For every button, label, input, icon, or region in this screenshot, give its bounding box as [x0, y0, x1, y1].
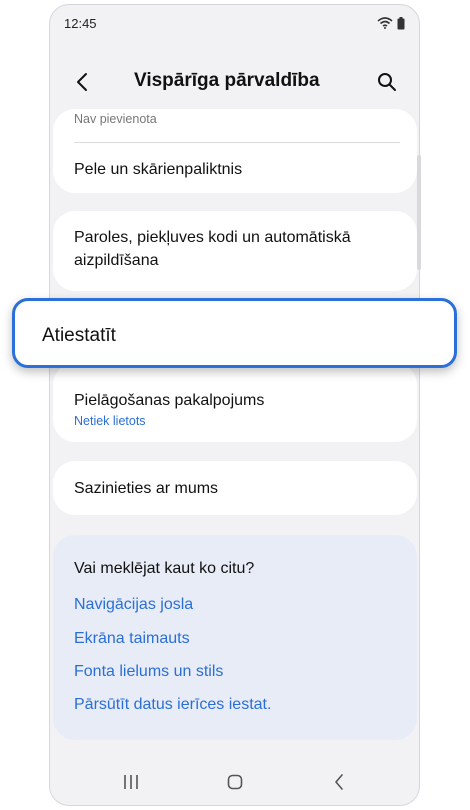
battery-icon	[397, 16, 405, 29]
navigation-bar	[50, 767, 419, 797]
back-arrow-icon	[77, 73, 87, 91]
suggestion-link-transfer-data[interactable]: Pārsūtīt datus ierīces iestat.	[74, 696, 271, 714]
back-button[interactable]	[68, 68, 96, 96]
mouse-touchpad-item[interactable]: Pele un skārienpaliktnis	[53, 143, 417, 193]
nav-back-button[interactable]	[324, 767, 354, 797]
suggestion-link-navigation-bar[interactable]: Navigācijas josla	[74, 596, 193, 614]
search-button[interactable]	[373, 68, 401, 96]
suggestion-link-screen-timeout[interactable]: Ekrāna taimauts	[74, 630, 190, 648]
home-button[interactable]	[220, 767, 250, 797]
suggestions-card: Vai meklējat kaut ko citu? Navigācijas j…	[53, 535, 417, 740]
passwords-label-line1: Paroles, piekļuves kodi un automātiskā	[74, 229, 351, 246]
customization-service-status: Netiek lietots	[74, 414, 146, 428]
settings-card-input: Nav pievienota Pele un skārienpaliktnis	[53, 109, 417, 193]
mouse-touchpad-label: Pele un skārienpaliktnis	[74, 161, 243, 178]
passwords-autofill-item[interactable]: Paroles, piekļuves kodi un automātiskā a…	[53, 211, 417, 291]
contact-us-item[interactable]: Sazinieties ar mums	[53, 461, 417, 515]
customization-service-item[interactable]: Pielāgošanas pakalpojums Netiek lietots	[53, 363, 417, 442]
reset-label: Atiestatīt	[42, 325, 116, 346]
partial-row-value: Nav pievienota	[74, 112, 157, 126]
page-title: Vispārīga pārvaldība	[134, 70, 320, 91]
customization-service-label: Pielāgošanas pakalpojums	[74, 392, 265, 409]
reset-item[interactable]: Atiestatīt	[12, 298, 457, 368]
suggestion-link-font-size-style[interactable]: Fonta lielums un stils	[74, 663, 223, 681]
phone-screen: 12:45 Vispārīga pārvaldība Nav pievienot…	[49, 4, 420, 806]
nav-back-icon	[335, 774, 343, 790]
recents-icon	[124, 775, 138, 789]
passwords-label-line2: aizpildīšana	[74, 252, 159, 269]
status-bar: 12:45	[64, 13, 405, 33]
home-icon	[227, 774, 243, 790]
phone-side-button	[417, 155, 421, 270]
status-time: 12:45	[64, 15, 97, 31]
suggestions-title: Vai meklējat kaut ko citu?	[74, 560, 255, 577]
app-header: Vispārīga pārvaldība	[50, 60, 419, 104]
recents-button[interactable]	[116, 767, 146, 797]
search-icon	[378, 73, 396, 91]
wifi-icon	[377, 17, 393, 29]
contact-us-label: Sazinieties ar mums	[74, 480, 219, 497]
